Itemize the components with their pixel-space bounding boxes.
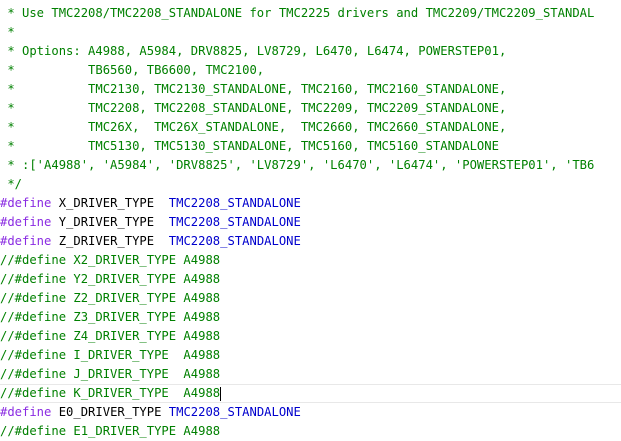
- code-token-comment: //#define J_DRIVER_TYPE A4988: [0, 367, 221, 381]
- code-line[interactable]: * TMC26X, TMC26X_STANDALONE, TMC2660, TM…: [0, 118, 621, 137]
- code-line[interactable]: //#define Z3_DRIVER_TYPE A4988: [0, 308, 621, 327]
- code-token-comment: //#define Z2_DRIVER_TYPE A4988: [0, 291, 221, 305]
- code-token-comment: //#define I_DRIVER_TYPE A4988: [0, 348, 221, 362]
- code-line[interactable]: * TMC5130, TMC5130_STANDALONE, TMC5160, …: [0, 137, 621, 156]
- code-line[interactable]: //#define Y2_DRIVER_TYPE A4988: [0, 270, 621, 289]
- code-token-comment: //#define K_DRIVER_TYPE A4988: [0, 386, 221, 400]
- code-line[interactable]: //#define X2_DRIVER_TYPE A4988: [0, 251, 621, 270]
- code-line[interactable]: #define Z_DRIVER_TYPE TMC2208_STANDALONE: [0, 232, 621, 251]
- code-token-comment: */: [0, 177, 23, 191]
- code-line[interactable]: //#define J_DRIVER_TYPE A4988: [0, 365, 621, 384]
- code-line[interactable]: *: [0, 23, 621, 42]
- code-line[interactable]: * TMC2208, TMC2208_STANDALONE, TMC2209, …: [0, 99, 621, 118]
- code-line[interactable]: * TB6560, TB6600, TMC2100,: [0, 61, 621, 80]
- code-token-directive: #define: [0, 234, 52, 248]
- code-token-macro-value: TMC2208_STANDALONE: [168, 234, 301, 248]
- code-line[interactable]: * Options: A4988, A5984, DRV8825, LV8729…: [0, 42, 621, 61]
- code-line[interactable]: //#define K_DRIVER_TYPE A4988: [0, 384, 621, 403]
- code-line[interactable]: #define E0_DRIVER_TYPE TMC2208_STANDALON…: [0, 403, 621, 422]
- text-cursor: [220, 386, 222, 401]
- code-token-comment: //#define E1_DRIVER_TYPE A4988: [0, 424, 221, 438]
- code-token-directive: #define: [0, 215, 52, 229]
- code-token-comment: * TMC26X, TMC26X_STANDALONE, TMC2660, TM…: [0, 120, 507, 134]
- code-token-macro-value: TMC2208_STANDALONE: [168, 405, 301, 419]
- code-line[interactable]: * :['A4988', 'A5984', 'DRV8825', 'LV8729…: [0, 156, 621, 175]
- code-line[interactable]: //#define Z2_DRIVER_TYPE A4988: [0, 289, 621, 308]
- code-token-macro-value: TMC2208_STANDALONE: [168, 196, 301, 210]
- code-editor[interactable]: * Use TMC2208/TMC2208_STANDALONE for TMC…: [0, 0, 621, 441]
- code-token-comment: //#define Z3_DRIVER_TYPE A4988: [0, 310, 221, 324]
- code-token-comment: * Options: A4988, A5984, DRV8825, LV8729…: [0, 44, 507, 58]
- code-token-comment: * :['A4988', 'A5984', 'DRV8825', 'LV8729…: [0, 158, 595, 172]
- code-token-macro-name: E0_DRIVER_TYPE: [51, 405, 169, 419]
- code-token-directive: #define: [0, 405, 52, 419]
- code-line[interactable]: //#define Z4_DRIVER_TYPE A4988: [0, 327, 621, 346]
- code-token-comment: * TMC2130, TMC2130_STANDALONE, TMC2160, …: [0, 82, 507, 96]
- code-token-comment: //#define X2_DRIVER_TYPE A4988: [0, 253, 221, 267]
- code-token-macro-name: Z_DRIVER_TYPE: [51, 234, 169, 248]
- code-token-comment: * TMC5130, TMC5130_STANDALONE, TMC5160, …: [0, 139, 499, 153]
- code-line[interactable]: * TMC2130, TMC2130_STANDALONE, TMC2160, …: [0, 80, 621, 99]
- code-line[interactable]: //#define I_DRIVER_TYPE A4988: [0, 346, 621, 365]
- code-token-comment: //#define Y2_DRIVER_TYPE A4988: [0, 272, 221, 286]
- code-token-directive: #define: [0, 196, 52, 210]
- code-token-comment: //#define Z4_DRIVER_TYPE A4988: [0, 329, 221, 343]
- code-token-comment: * TB6560, TB6600, TMC2100,: [0, 63, 265, 77]
- code-line[interactable]: #define Y_DRIVER_TYPE TMC2208_STANDALONE: [0, 213, 621, 232]
- code-token-comment: * Use TMC2208/TMC2208_STANDALONE for TMC…: [0, 6, 595, 20]
- code-line[interactable]: */: [0, 175, 621, 194]
- code-token-macro-name: X_DRIVER_TYPE: [51, 196, 169, 210]
- code-token-comment: *: [0, 25, 15, 39]
- code-line[interactable]: * Use TMC2208/TMC2208_STANDALONE for TMC…: [0, 4, 621, 23]
- code-line[interactable]: #define X_DRIVER_TYPE TMC2208_STANDALONE: [0, 194, 621, 213]
- code-token-comment: * TMC2208, TMC2208_STANDALONE, TMC2209, …: [0, 101, 507, 115]
- code-token-macro-value: TMC2208_STANDALONE: [168, 215, 301, 229]
- code-token-macro-name: Y_DRIVER_TYPE: [51, 215, 169, 229]
- code-line[interactable]: //#define E1_DRIVER_TYPE A4988: [0, 422, 621, 441]
